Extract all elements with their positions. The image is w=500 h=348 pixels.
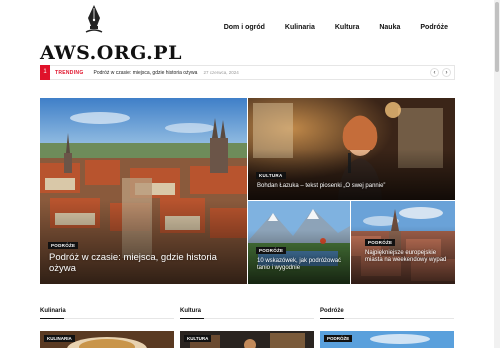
category-badge[interactable]: PODRÓŻE: [324, 335, 353, 342]
section-heading[interactable]: Kulinaria: [40, 308, 174, 314]
section-divider: [40, 318, 174, 319]
featured-card-travel-tips[interactable]: PODRÓŻE 10 wskazówek, jak podróżować tan…: [248, 201, 350, 284]
fountain-pen-icon: [85, 5, 103, 33]
section-thumbnail[interactable]: PODRÓŻE: [320, 331, 454, 348]
nav-item-nauka[interactable]: Nauka: [379, 24, 400, 31]
category-badge[interactable]: PODRÓŻE: [48, 242, 79, 249]
trending-headline[interactable]: Podróż w czasie: miejsca, gdzie historia…: [94, 70, 198, 76]
page-scrollbar[interactable]: [494, 0, 500, 348]
section-divider: [180, 318, 314, 319]
trending-label: TRENDING: [55, 69, 84, 76]
category-badge[interactable]: KULINARIA: [44, 335, 75, 342]
featured-card-european-cities[interactable]: PODRÓŻE Najpiękniejsze europejskie miast…: [351, 201, 455, 284]
nav-item-kultura[interactable]: Kultura: [335, 24, 360, 31]
section-kulinaria: Kulinaria KULINARIA: [40, 308, 174, 348]
featured-title[interactable]: Najpiękniejsze europejskie miasta na wee…: [365, 250, 453, 264]
trending-bar: 1 TRENDING Podróż w czasie: miejsca, gdz…: [40, 64, 455, 80]
featured-title[interactable]: Podróż w czasie: miejsca, gdzie historia…: [49, 252, 229, 275]
featured-grid: PODRÓŻE Podróż w czasie: miejsca, gdzie …: [40, 98, 455, 284]
nav-item-dom-i-ogrod[interactable]: Dom i ogród: [224, 24, 265, 31]
nav-item-kulinaria[interactable]: Kulinaria: [285, 24, 315, 31]
section-thumbnail[interactable]: KULTURA: [180, 331, 314, 348]
trending-date: 27 czerwca, 2024: [203, 70, 239, 75]
trending-number: 1: [40, 64, 50, 80]
featured-card-main[interactable]: PODRÓŻE Podróż w czasie: miejsca, gdzie …: [40, 98, 247, 284]
section-heading[interactable]: Kultura: [180, 308, 314, 314]
featured-title[interactable]: Bohdan Łazuka – tekst piosenki „O swej p…: [257, 183, 385, 190]
nav-item-podroze[interactable]: Podróże: [420, 24, 448, 31]
section-podroze: Podróże PODRÓŻE: [320, 308, 454, 348]
logo-text: AWS.ORG.PL: [40, 42, 182, 64]
category-badge[interactable]: KULTURA: [256, 172, 286, 179]
chevron-right-icon[interactable]: ›: [442, 68, 451, 77]
site-logo[interactable]: AWS.ORG.PL: [40, 4, 181, 64]
section-kultura: Kultura KULTURA: [180, 308, 314, 348]
category-badge[interactable]: PODRÓŻE: [256, 247, 287, 254]
main-nav: Dom i ogród Kulinaria Kultura Nauka Podr…: [204, 24, 448, 31]
category-badge[interactable]: PODRÓŻE: [365, 239, 396, 246]
section-thumbnail[interactable]: KULINARIA: [40, 331, 174, 348]
trending-controls: ‹ ›: [430, 68, 451, 77]
section-heading[interactable]: Podróże: [320, 308, 454, 314]
chevron-left-icon[interactable]: ‹: [430, 68, 439, 77]
section-divider: [320, 318, 454, 319]
category-badge[interactable]: KULTURA: [184, 335, 212, 342]
scrollbar-thumb[interactable]: [495, 2, 499, 72]
featured-card-music[interactable]: KULTURA Bohdan Łazuka – tekst piosenki „…: [248, 98, 455, 200]
featured-title[interactable]: 10 wskazówek, jak podróżować tanio i wyg…: [257, 258, 347, 272]
